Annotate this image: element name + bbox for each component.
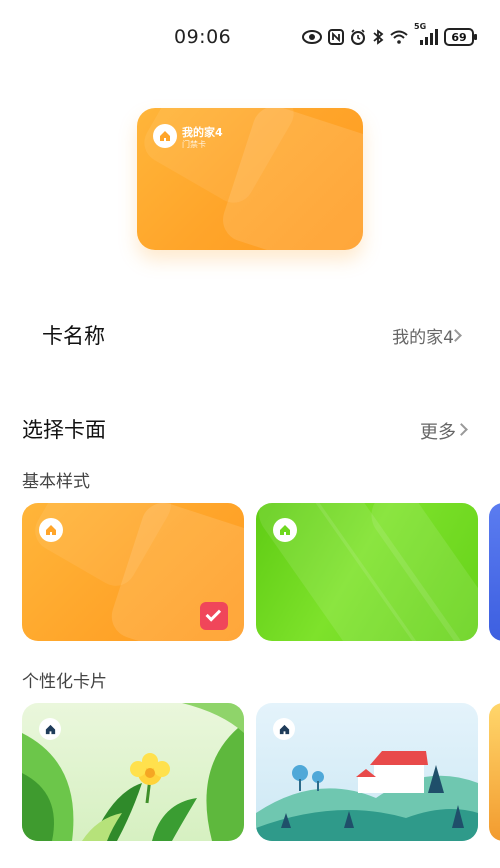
- card-name-label: 卡名称: [42, 324, 105, 348]
- home-icon: [39, 518, 63, 542]
- wifi-icon: [390, 27, 408, 47]
- card-face-option-blue[interactable]: [489, 503, 500, 641]
- card-name-value: 我的家4: [392, 328, 454, 348]
- card-face-option-orange[interactable]: [22, 503, 244, 641]
- status-icons: 5G 69: [302, 22, 477, 47]
- section-title-card-face: 选择卡面: [22, 418, 106, 442]
- personal-card-sunset[interactable]: [489, 703, 500, 841]
- home-icon: [273, 718, 295, 740]
- home-icon: [153, 124, 177, 148]
- home-icon: [39, 718, 61, 740]
- eye-icon: [302, 27, 322, 47]
- network-type: 5G: [414, 22, 427, 31]
- personal-card-house[interactable]: [256, 703, 478, 841]
- bluetooth-icon: [372, 27, 384, 47]
- selected-check-icon: [200, 602, 228, 630]
- subsection-basic-styles: 基本样式: [22, 472, 90, 492]
- card-face-option-green[interactable]: [256, 503, 478, 641]
- nfc-icon: [328, 27, 344, 47]
- status-bar: 09:06 5G 69: [0, 0, 500, 72]
- card-name-row[interactable]: 卡名称 我的家4: [0, 310, 500, 358]
- battery-icon: 69: [444, 28, 477, 46]
- personal-card-flower[interactable]: [22, 703, 244, 841]
- card-preview: 我的家4 门禁卡: [137, 108, 363, 250]
- status-time: 09:06: [174, 26, 232, 48]
- subsection-personalized: 个性化卡片: [22, 672, 107, 692]
- chevron-right-icon[interactable]: [455, 423, 468, 436]
- preview-card-name: 我的家4: [182, 126, 223, 139]
- signal-icon: 5G: [414, 22, 438, 47]
- home-icon: [273, 518, 297, 542]
- more-link[interactable]: 更多: [420, 418, 456, 444]
- alarm-icon: [350, 27, 366, 47]
- preview-card-type: 门禁卡: [182, 140, 206, 149]
